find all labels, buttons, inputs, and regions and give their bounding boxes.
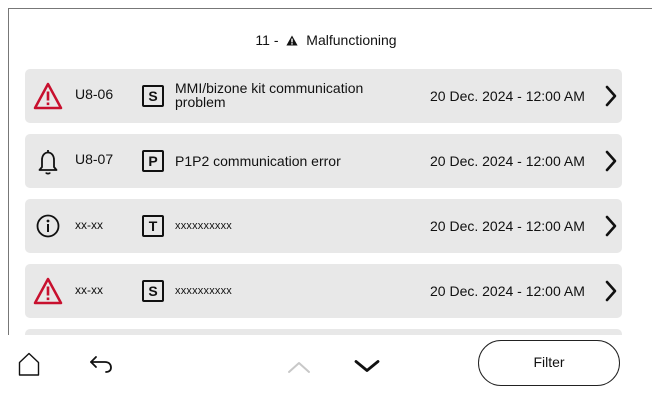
error-description: xxxxxxxxxx xyxy=(175,285,232,297)
error-description: P1P2 communication error xyxy=(175,153,341,169)
error-date: 20 Dec. 2024 - 12:00 AM xyxy=(430,283,585,299)
malfunction-count: 11 - xyxy=(255,32,279,48)
filter-button[interactable]: Filter xyxy=(478,340,620,386)
error-date: 20 Dec. 2024 - 12:00 AM xyxy=(430,218,585,234)
chevron-right-icon xyxy=(605,280,617,302)
error-description: MMI/bizone kit communication problem xyxy=(175,80,364,110)
category-badge: S xyxy=(142,280,164,302)
malfunction-row[interactable]: U8-06 S MMI/bizone kit communication pro… xyxy=(25,69,622,123)
error-code: U8-07 xyxy=(75,151,114,167)
chevron-right-icon xyxy=(605,150,617,172)
malfunction-row[interactable]: xx-xx S xxxxxxxxxx 20 Dec. 2024 - 12:00 … xyxy=(25,264,622,318)
category-badge: T xyxy=(142,215,164,237)
warning-triangle-icon xyxy=(33,82,63,110)
chevron-right-icon xyxy=(605,215,617,237)
malfunction-row[interactable]: U8-07 P P1P2 communication error 20 Dec.… xyxy=(25,134,622,188)
chevron-right-icon xyxy=(605,85,617,107)
back-arrow-icon[interactable] xyxy=(88,354,114,374)
page-title: 11 - Malfunctioning xyxy=(0,32,652,48)
bell-icon xyxy=(38,150,58,175)
error-date: 20 Dec. 2024 - 12:00 AM xyxy=(430,153,585,169)
chevron-up-icon[interactable] xyxy=(287,360,311,374)
error-code: xx-xx xyxy=(75,218,103,232)
error-code: xx-xx xyxy=(75,283,103,297)
warning-icon xyxy=(286,35,299,46)
info-icon xyxy=(36,214,60,238)
error-description: xxxxxxxxxx xyxy=(175,220,232,232)
category-badge: S xyxy=(142,85,164,107)
chevron-down-icon[interactable] xyxy=(354,359,380,373)
home-icon[interactable] xyxy=(17,351,41,377)
error-code: U8-06 xyxy=(75,86,114,102)
warning-triangle-icon xyxy=(33,277,63,305)
error-date: 20 Dec. 2024 - 12:00 AM xyxy=(430,88,585,104)
page-title-text: Malfunctioning xyxy=(306,32,397,48)
malfunction-row[interactable]: xx-xx T xxxxxxxxxx 20 Dec. 2024 - 12:00 … xyxy=(25,199,622,253)
malfunction-list: U8-06 S MMI/bizone kit communication pro… xyxy=(25,69,622,329)
category-badge: P xyxy=(142,150,164,172)
